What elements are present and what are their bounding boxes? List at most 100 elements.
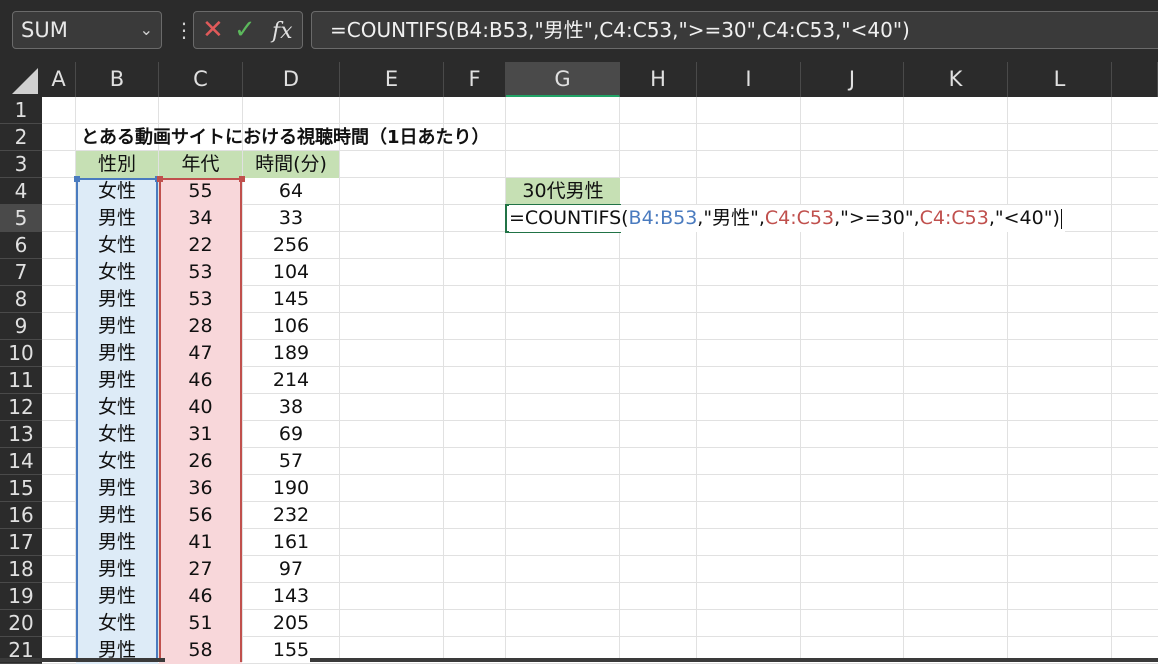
column-header-l[interactable]: L: [1008, 62, 1112, 97]
cell-age[interactable]: 40: [159, 394, 242, 421]
cell-gender[interactable]: 男性: [76, 475, 158, 502]
cell-gender[interactable]: 女性: [76, 610, 158, 637]
cell-age[interactable]: 36: [159, 475, 242, 502]
cell-editor[interactable]: =COUNTIFS(B4:B53,"男性",C4:C53,">=30",C4:C…: [509, 205, 1065, 232]
cell-gender[interactable]: 男性: [76, 529, 158, 556]
function-icon[interactable]: fx: [272, 18, 293, 46]
name-box[interactable]: SUM ⌄: [12, 11, 162, 49]
cell-time[interactable]: 145: [243, 286, 339, 313]
row-header-6[interactable]: 6: [0, 232, 42, 259]
cell-age[interactable]: 31: [159, 421, 242, 448]
row-header-8[interactable]: 8: [0, 286, 42, 313]
formula-input[interactable]: =COUNTIFS(B4:B53,"男性",C4:C53,">=30",C4:C…: [311, 11, 1158, 49]
more-options-icon[interactable]: ⋮: [174, 18, 194, 44]
enter-icon[interactable]: ✓: [234, 16, 256, 44]
row-header-19[interactable]: 19: [0, 583, 42, 610]
cell-time[interactable]: 143: [243, 583, 339, 610]
column-header-d[interactable]: D: [243, 62, 340, 97]
row-header-5[interactable]: 5: [0, 205, 42, 232]
cell-age[interactable]: 47: [159, 340, 242, 367]
cell-gender[interactable]: 男性: [76, 367, 158, 394]
cell-time[interactable]: 57: [243, 448, 339, 475]
header-age[interactable]: 年代: [159, 151, 242, 178]
row-header-1[interactable]: 1: [0, 97, 42, 124]
cell-gender[interactable]: 男性: [76, 583, 158, 610]
cell-age[interactable]: 56: [159, 502, 242, 529]
range-handle-c-right[interactable]: [239, 176, 245, 182]
cell-time[interactable]: 38: [243, 394, 339, 421]
cell-age[interactable]: 41: [159, 529, 242, 556]
range-handle-b[interactable]: [74, 176, 80, 182]
cell-gender[interactable]: 男性: [76, 313, 158, 340]
cell-gender[interactable]: 男性: [76, 556, 158, 583]
cell-time[interactable]: 97: [243, 556, 339, 583]
horizontal-scrollbar[interactable]: [310, 658, 1158, 662]
row-header-16[interactable]: 16: [0, 502, 42, 529]
cell-g4[interactable]: 30代男性: [506, 178, 620, 205]
cell-age[interactable]: 46: [159, 367, 242, 394]
cell-gender[interactable]: 男性: [76, 502, 158, 529]
cell-age[interactable]: 28: [159, 313, 242, 340]
range-handle-c[interactable]: [157, 176, 163, 182]
column-header-e[interactable]: E: [340, 62, 444, 97]
cell-age[interactable]: 51: [159, 610, 242, 637]
cell-age[interactable]: 53: [159, 259, 242, 286]
cell-gender[interactable]: 男性: [76, 286, 158, 313]
column-header-a[interactable]: A: [42, 62, 76, 97]
cell-gender[interactable]: 女性: [76, 421, 158, 448]
row-header-3[interactable]: 3: [0, 151, 42, 178]
chevron-down-icon[interactable]: ⌄: [140, 12, 153, 48]
cell-gender[interactable]: 女性: [76, 448, 158, 475]
header-gender[interactable]: 性別: [76, 151, 158, 178]
row-header-12[interactable]: 12: [0, 394, 42, 421]
cell-gender[interactable]: 男性: [76, 205, 158, 232]
row-header-15[interactable]: 15: [0, 475, 42, 502]
cell-time[interactable]: 33: [243, 205, 339, 232]
cell-age[interactable]: 22: [159, 232, 242, 259]
cell-time[interactable]: 104: [243, 259, 339, 286]
cell-time[interactable]: 256: [243, 232, 339, 259]
column-header-f[interactable]: F: [444, 62, 506, 97]
cell-time[interactable]: 69: [243, 421, 339, 448]
cell-gender[interactable]: 男性: [76, 340, 158, 367]
row-header-17[interactable]: 17: [0, 529, 42, 556]
cell-age[interactable]: 27: [159, 556, 242, 583]
column-header-h[interactable]: H: [620, 62, 697, 97]
row-header-4[interactable]: 4: [0, 178, 42, 205]
cell-time[interactable]: 205: [243, 610, 339, 637]
row-header-13[interactable]: 13: [0, 421, 42, 448]
row-header-10[interactable]: 10: [0, 340, 42, 367]
column-header-g[interactable]: G: [506, 62, 620, 97]
column-header-b[interactable]: B: [76, 62, 159, 97]
cell-age[interactable]: 58: [159, 637, 242, 664]
cell-age[interactable]: 46: [159, 583, 242, 610]
cell-time[interactable]: 214: [243, 367, 339, 394]
cancel-icon[interactable]: ✕: [202, 16, 224, 44]
cell-age[interactable]: 34: [159, 205, 242, 232]
row-header-9[interactable]: 9: [0, 313, 42, 340]
column-header-k[interactable]: K: [904, 62, 1008, 97]
row-header-11[interactable]: 11: [0, 367, 42, 394]
cell-age[interactable]: 55: [159, 178, 242, 205]
row-header-18[interactable]: 18: [0, 556, 42, 583]
column-header-c[interactable]: C: [159, 62, 243, 97]
column-header-m[interactable]: [1112, 62, 1158, 97]
cell-gender[interactable]: 女性: [76, 394, 158, 421]
cell-time[interactable]: 64: [243, 178, 339, 205]
column-header-i[interactable]: I: [697, 62, 801, 97]
cell-time[interactable]: 189: [243, 340, 339, 367]
cell-gender[interactable]: 女性: [76, 259, 158, 286]
header-time[interactable]: 時間(分): [243, 151, 339, 178]
cell-time[interactable]: 190: [243, 475, 339, 502]
cell-gender[interactable]: 女性: [76, 178, 158, 205]
cell-age[interactable]: 53: [159, 286, 242, 313]
row-header-2[interactable]: 2: [0, 124, 42, 151]
cell-gender[interactable]: 女性: [76, 232, 158, 259]
sheet-tabs-bar[interactable]: [0, 658, 165, 662]
row-header-20[interactable]: 20: [0, 610, 42, 637]
column-header-j[interactable]: J: [801, 62, 904, 97]
cell-time[interactable]: 232: [243, 502, 339, 529]
cell-age[interactable]: 26: [159, 448, 242, 475]
row-header-7[interactable]: 7: [0, 259, 42, 286]
cell-time[interactable]: 161: [243, 529, 339, 556]
